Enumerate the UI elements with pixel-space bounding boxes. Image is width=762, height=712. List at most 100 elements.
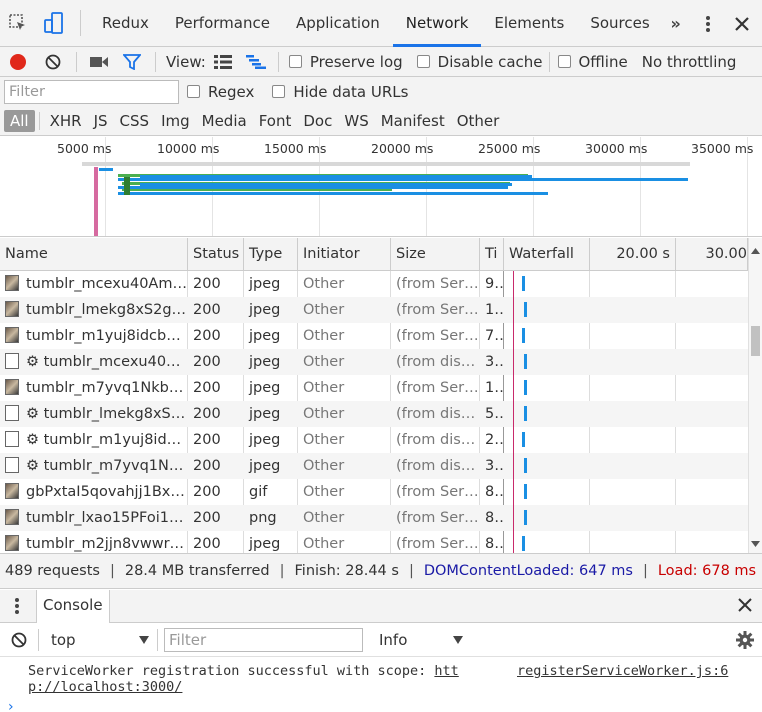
table-row[interactable]: tumblr_lmekg8xS2g… 200 jpeg Other (from Ser……	[0, 297, 748, 323]
cell-time: 82	[485, 484, 503, 500]
disable-cache-label: Disable cache	[437, 52, 543, 71]
checkbox-box[interactable]	[416, 55, 430, 68]
type-manifest[interactable]: Manifest	[375, 110, 451, 132]
overview-waterfall-icon[interactable]	[240, 47, 272, 77]
service-worker-gear-icon: ⚙	[26, 458, 44, 474]
request-name: tumblr_mcexu40A…	[43, 354, 187, 370]
cell-time: 11	[485, 380, 503, 396]
table-row[interactable]: ⚙ tumblr_lmekg8xS… 200 jpeg Other (from dis……	[0, 401, 748, 427]
table-row[interactable]: gbPxtaI5qovahjj1Bxr… 200 gif Other (from Ser…	[0, 479, 748, 505]
large-rows-icon[interactable]	[206, 47, 240, 77]
checkbox-box[interactable]	[557, 55, 571, 68]
request-name: gbPxtaI5qovahjj1Bxr…	[26, 484, 187, 500]
transferred-size: 28.4 MB transferred	[124, 563, 270, 579]
table-row[interactable]: tumblr_mcexu40Am… 200 jpeg Other (from Ser… 9…	[0, 271, 748, 297]
checkbox-box[interactable]	[187, 85, 200, 98]
type-font[interactable]: Font	[253, 110, 298, 132]
checkbox-box[interactable]	[272, 85, 286, 98]
tab-console[interactable]: Console	[36, 589, 110, 623]
throttling-select[interactable]: No throttling	[642, 53, 737, 71]
type-all[interactable]: All	[4, 109, 35, 132]
type-other[interactable]: Other	[451, 110, 506, 132]
console-toolbar: top Filter Info	[0, 623, 762, 657]
regex-checkbox[interactable]: Regex	[187, 83, 254, 101]
service-worker-gear-icon: ⚙	[26, 354, 44, 370]
tab-elements[interactable]: Elements	[481, 0, 577, 47]
tab-redux[interactable]: Redux	[89, 0, 162, 47]
request-name: tumblr_m7yvq1Nk…	[43, 458, 187, 474]
column-header-name[interactable]: Name	[0, 238, 188, 271]
tab-application[interactable]: Application	[283, 0, 393, 47]
disable-cache-checkbox[interactable]: Disable cache	[416, 52, 543, 71]
tab-performance[interactable]: Performance	[162, 0, 283, 47]
type-media[interactable]: Media	[196, 110, 253, 132]
column-header-initiator[interactable]: Initiator	[298, 238, 391, 271]
scrollbar-thumb[interactable]	[751, 326, 760, 356]
clear-console-icon[interactable]	[0, 632, 38, 648]
waterfall-bar	[522, 536, 525, 551]
type-js[interactable]: JS	[88, 110, 114, 132]
filter-icon[interactable]	[115, 47, 149, 77]
table-row[interactable]: tumblr_lxao15PFoi1… 200 png Other (from Ser……	[0, 505, 748, 531]
table-row[interactable]: tumblr_m2jjn8vwwr… 200 jpeg Other (from Ser……	[0, 531, 748, 553]
column-header-waterfall[interactable]: Waterfall	[504, 238, 590, 271]
console-settings-gear-icon[interactable]	[736, 631, 754, 653]
waterfall-bar	[522, 276, 525, 291]
kebab-menu-icon[interactable]	[696, 0, 720, 47]
request-name: tumblr_m2jjn8vwwr…	[26, 536, 185, 552]
message-source-link[interactable]: registerServiceWorker.js:6	[517, 663, 728, 679]
capture-screenshots-icon[interactable]	[83, 47, 115, 77]
table-row[interactable]: tumblr_m7yvq1Nkbv… 200 jpeg Other (from Ser……	[0, 375, 748, 401]
console-prompt[interactable]: ›	[8, 699, 14, 712]
waterfall-bar	[524, 302, 527, 317]
log-level-selector[interactable]: Info	[367, 628, 471, 652]
column-header-type[interactable]: Type	[244, 238, 298, 271]
type-ws[interactable]: WS	[338, 110, 374, 132]
offline-checkbox[interactable]: Offline	[557, 53, 628, 71]
type-xhr[interactable]: XHR	[44, 110, 88, 132]
filter-row: Filter Regex Hide data URLs	[0, 77, 762, 106]
record-icon[interactable]	[0, 47, 36, 77]
table-row[interactable]: tumblr_m1yuj8idcb1… 200 jpeg Other (from Ser…	[0, 323, 748, 349]
column-header-status[interactable]: Status	[188, 238, 244, 271]
filter-input[interactable]: Filter	[4, 79, 179, 104]
close-devtools-icon[interactable]	[728, 0, 756, 47]
clear-icon[interactable]	[36, 47, 70, 77]
inspect-element-icon[interactable]	[0, 0, 36, 47]
hide-data-urls-checkbox[interactable]: Hide data URLs	[272, 83, 408, 101]
tab-network[interactable]: Network	[392, 0, 482, 47]
close-drawer-icon[interactable]	[738, 598, 752, 616]
preserve-log-checkbox[interactable]: Preserve log	[288, 53, 403, 71]
request-count: 489 requests	[5, 563, 100, 579]
cell-initiator: Other	[303, 536, 345, 552]
table-row[interactable]: ⚙ tumblr_mcexu40A… 200 jpeg Other (from dis……	[0, 349, 748, 375]
overview-activity-graph	[82, 162, 690, 236]
type-doc[interactable]: Doc	[297, 110, 338, 132]
cell-size: (from dis…	[396, 458, 476, 474]
type-img[interactable]: Img	[155, 110, 196, 132]
column-header-size[interactable]: Size	[391, 238, 480, 271]
cell-time: 84	[485, 510, 503, 526]
scope-url-link-cont[interactable]: p://localhost:3000/	[28, 679, 182, 695]
checkbox-box[interactable]	[288, 55, 302, 68]
drawer-menu-icon[interactable]	[0, 597, 34, 615]
service-worker-gear-icon: ⚙	[26, 432, 44, 448]
more-tabs-button[interactable]: »	[663, 14, 689, 33]
scope-url-link[interactable]: htt	[434, 663, 458, 679]
table-row[interactable]: ⚙ tumblr_m7yvq1Nk… 200 jpeg Other (from dis……	[0, 453, 748, 479]
type-divider	[38, 111, 40, 130]
cell-time: 59	[485, 406, 503, 422]
console-filter-input[interactable]: Filter	[164, 627, 363, 652]
cell-size: (from Ser…	[396, 484, 479, 500]
tabbar-divider	[80, 10, 81, 36]
type-css[interactable]: CSS	[114, 110, 156, 132]
timeline-overview[interactable]: 5000 ms 10000 ms 15000 ms 20000 ms 25000…	[0, 137, 762, 237]
device-toolbar-icon[interactable]	[36, 0, 72, 47]
tab-sources[interactable]: Sources	[577, 0, 662, 47]
context-selector[interactable]: top	[39, 628, 157, 652]
column-header-time[interactable]: Ti	[480, 238, 504, 271]
table-scrollbar[interactable]	[748, 238, 762, 553]
table-row[interactable]: ⚙ tumblr_m1yuj8idc… 200 jpeg Other (from dis…	[0, 427, 748, 453]
load-time: Load: 678 ms	[657, 563, 757, 579]
finish-time: Finish: 28.44 s	[294, 563, 399, 579]
